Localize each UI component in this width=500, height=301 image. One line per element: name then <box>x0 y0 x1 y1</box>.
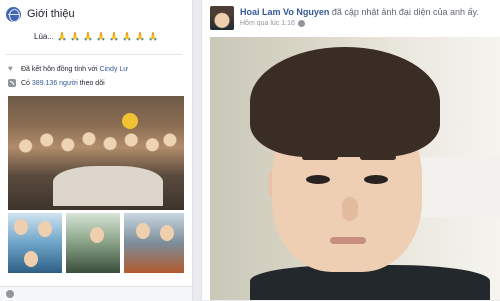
bio-text: Lúa... 🙏 🙏 🙏 🙏 🙏 🙏 🙏 🙏 <box>0 32 192 41</box>
followers-prefix: Có <box>21 79 30 87</box>
followers-count-link[interactable]: 389.136 người <box>32 80 78 87</box>
thumbnail-face <box>160 225 174 241</box>
intro-card: Giới thiệu Lúa... 🙏 🙏 🙏 🙏 🙏 🙏 🙏 🙏 ♥ Đã kết hôn … <box>0 0 193 301</box>
praying-hands-icon: 🙏 <box>96 32 107 41</box>
avatar[interactable] <box>210 6 234 30</box>
globe-icon <box>6 6 21 22</box>
thumbnail-photo-2[interactable] <box>66 213 120 273</box>
profile-photo-post: Hoai Lam Vo Nguyen đã cập nhật ảnh đại d… <box>201 0 500 300</box>
photo-hair <box>250 47 440 157</box>
photo-brow <box>302 155 338 160</box>
photo-lamp <box>122 113 138 129</box>
praying-hands-icon: 🙏 <box>57 32 68 41</box>
profile-photo[interactable] <box>210 37 500 300</box>
thumbnail-face <box>136 223 150 239</box>
rss-icon <box>8 79 16 87</box>
praying-hands-icon: 🙏 <box>148 32 158 41</box>
thumbnail-face <box>24 251 38 267</box>
post-timestamp[interactable]: Hôm qua lúc 1:16 <box>240 20 295 27</box>
thumbnail-face <box>38 221 52 237</box>
followers-suffix: theo dõi <box>79 79 105 87</box>
relationship-row: ♥ Đã kết hôn đồng tính với Cindy Lư <box>8 65 128 73</box>
photo-eye <box>306 175 330 184</box>
next-section-header <box>0 286 192 301</box>
photo-shelf <box>410 157 500 217</box>
partner-link[interactable]: Cindy Lư <box>100 66 128 73</box>
globe-icon <box>297 20 305 27</box>
intro-header: Giới thiệu <box>6 6 75 22</box>
praying-hands-icon: 🙏 <box>83 32 94 41</box>
photo-nose <box>342 197 358 221</box>
thumbnail-face <box>14 219 28 235</box>
praying-hands-icon: 🙏 <box>135 32 146 41</box>
photo-mouth <box>330 237 366 244</box>
photo-thumbnails <box>8 213 184 273</box>
followers-row: Có 389.136 người theo dõi <box>8 79 105 87</box>
photo-brow <box>360 155 396 160</box>
post-meta: Hôm qua lúc 1:16 <box>240 20 305 27</box>
photo-eye <box>364 175 388 184</box>
divider <box>6 54 182 55</box>
thumbnail-photo-1[interactable] <box>8 213 62 273</box>
bio-label: Lúa... <box>34 32 55 41</box>
thumbnail-face <box>90 227 104 243</box>
photo-table <box>53 166 163 206</box>
heart-icon: ♥ <box>8 64 13 73</box>
post-header: Hoai Lam Vo Nguyen đã cập nhật ảnh đại d… <box>240 7 479 17</box>
featured-group-photo[interactable] <box>8 96 184 210</box>
praying-hands-icon: 🙏 <box>70 32 81 41</box>
intro-title: Giới thiệu <box>27 8 75 20</box>
thumbnail-photo-3[interactable] <box>124 213 184 273</box>
globe-icon <box>6 290 14 298</box>
post-action-text: đã cập nhật ảnh đại diện của anh ấy. <box>331 7 479 17</box>
relationship-text: Đã kết hôn đồng tính với <box>21 65 98 73</box>
praying-hands-icon: 🙏 <box>109 32 120 41</box>
author-name-link[interactable]: Hoai Lam Vo Nguyen <box>240 7 329 17</box>
praying-hands-icon: 🙏 <box>122 32 133 41</box>
